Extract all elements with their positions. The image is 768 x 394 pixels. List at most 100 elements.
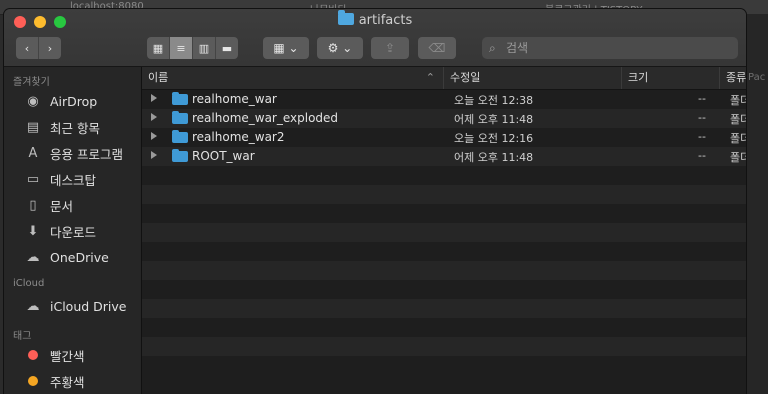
back-button[interactable]: ‹ — [16, 37, 39, 59]
table-row[interactable]: ROOT_war 어제 오후 11:48 -- 폴더 — [142, 147, 746, 166]
folder-icon — [172, 92, 188, 105]
grid-icon: ▦ — [273, 41, 285, 55]
grid-icon: ▦ — [152, 41, 164, 55]
empty-row — [142, 337, 746, 356]
table-row[interactable]: realhome_war_exploded 어제 오후 11:48 -- 폴더 — [142, 109, 746, 128]
sidebar-item-label: AirDrop — [50, 93, 98, 109]
file-size: -- — [698, 111, 706, 124]
gear-icon: ⚙ — [327, 41, 339, 55]
disclosure-triangle-icon[interactable] — [151, 151, 157, 159]
empty-row — [142, 204, 746, 223]
empty-row — [142, 280, 746, 299]
title-bar: artifacts ‹ › ▦ ≡ ▥ ▬ ▦ ⌄ ⚙ ⌄ ⇪ ⌫ ⌕ 검색 — [4, 9, 746, 67]
sidebar-item-onedrive[interactable]: ☁ OneDrive — [4, 244, 141, 270]
finder-window: artifacts ‹ › ▦ ≡ ▥ ▬ ▦ ⌄ ⚙ ⌄ ⇪ ⌫ ⌕ 검색 즐… — [4, 9, 746, 394]
empty-row — [142, 299, 746, 318]
empty-row — [142, 166, 746, 185]
sidebar-item-documents[interactable]: ▯ 문서 — [4, 192, 141, 218]
edit-tags-button[interactable]: ⌫ — [418, 37, 456, 59]
column-header-name[interactable]: 이름 ⌃ — [142, 67, 444, 89]
empty-row — [142, 185, 746, 204]
file-kind: 폴더 — [730, 132, 746, 145]
column-view-button[interactable]: ▥ — [193, 37, 216, 59]
file-name: realhome_war — [192, 92, 277, 106]
search-field[interactable]: ⌕ 검색 — [482, 37, 738, 59]
red-tag-icon — [28, 350, 38, 360]
chevron-right-icon: › — [47, 41, 53, 55]
orange-tag-icon — [28, 376, 38, 386]
list-icon: ≡ — [176, 41, 186, 55]
share-button[interactable]: ⇪ — [371, 37, 409, 59]
column-header-row: 이름 ⌃ 수정일 크기 종류 — [142, 67, 746, 90]
file-kind: 폴더 — [730, 151, 746, 164]
sidebar: 즐겨찾기 ◉ AirDrop ▤ 최근 항목 A 응용 프로그램 ▭ 데스크탑 ▯ 문서 … — [4, 67, 142, 394]
empty-row — [142, 318, 746, 337]
table-row[interactable]: realhome_war2 오늘 오전 12:16 -- 폴더 — [142, 128, 746, 147]
sidebar-item-desktop[interactable]: ▭ 데스크탑 — [4, 166, 141, 192]
file-date: 어제 오후 11:48 — [454, 113, 534, 126]
sidebar-item-label: 데스크탑 — [50, 172, 97, 188]
disclosure-triangle-icon[interactable] — [151, 132, 157, 140]
applications-icon: A — [28, 145, 38, 161]
list-view-button[interactable]: ≡ — [170, 37, 193, 59]
column-header-kind[interactable]: 종류 — [720, 67, 746, 89]
recents-icon: ▤ — [26, 119, 40, 135]
sidebar-item-label: 다운로드 — [50, 224, 97, 240]
action-menu-button[interactable]: ⚙ ⌄ — [317, 37, 363, 59]
airdrop-icon: ◉ — [27, 93, 39, 109]
gallery-view-button[interactable]: ▬ — [216, 37, 238, 59]
file-name: ROOT_war — [192, 149, 255, 163]
documents-icon: ▯ — [29, 197, 37, 213]
file-date: 어제 오후 11:48 — [454, 151, 534, 164]
chevron-down-icon: ⌄ — [288, 41, 299, 55]
empty-row — [142, 261, 746, 280]
chevron-left-icon: ‹ — [24, 41, 30, 55]
folder-icon — [337, 10, 354, 25]
file-name: realhome_war_exploded — [192, 111, 339, 125]
tag-icon: ⌫ — [428, 41, 446, 55]
sidebar-item-label: 최근 항목 — [50, 120, 100, 136]
file-size: -- — [698, 92, 706, 105]
sidebar-item-label: 주황색 — [50, 374, 85, 390]
icon-view-button[interactable]: ▦ — [147, 37, 170, 59]
sidebar-item-applications[interactable]: A 응용 프로그램 — [4, 140, 141, 166]
disclosure-triangle-icon[interactable] — [151, 113, 157, 121]
column-header-label: 수정일 — [450, 71, 481, 84]
column-header-size[interactable]: 크기 — [622, 67, 720, 89]
background-app-edge: Pac — [746, 14, 768, 394]
sidebar-item-downloads[interactable]: ⬇ 다운로드 — [4, 218, 141, 244]
sidebar-item-tag-orange[interactable]: 주황색 — [4, 368, 141, 394]
file-name: realhome_war2 — [192, 130, 285, 144]
sidebar-item-label: iCloud Drive — [50, 298, 127, 314]
forward-button[interactable]: › — [39, 37, 61, 59]
window-title: artifacts — [4, 10, 746, 28]
sidebar-item-airdrop[interactable]: ◉ AirDrop — [4, 88, 141, 114]
column-header-label: 종류 — [726, 71, 746, 84]
column-header-label: 이름 — [148, 71, 169, 84]
empty-row — [142, 223, 746, 242]
sidebar-item-recents[interactable]: ▤ 최근 항목 — [4, 114, 141, 140]
table-row[interactable]: realhome_war 오늘 오전 12:38 -- 폴더 — [142, 90, 746, 109]
sidebar-section-header: 즐겨찾기 — [13, 77, 50, 88]
column-header-date[interactable]: 수정일 — [444, 67, 622, 89]
file-kind: 폴더 — [730, 113, 746, 126]
group-by-button[interactable]: ▦ ⌄ — [263, 37, 309, 59]
file-size: -- — [698, 149, 706, 162]
background-text: Pac — [748, 72, 766, 83]
sidebar-item-tag-red[interactable]: 빨간색 — [4, 342, 141, 368]
downloads-icon: ⬇ — [27, 223, 39, 239]
sidebar-item-label: 문서 — [50, 198, 74, 214]
file-rows: realhome_war 오늘 오전 12:38 -- 폴더 realhome_war_… — [142, 90, 746, 375]
file-size: -- — [698, 130, 706, 143]
view-mode-group: ▦ ≡ ▥ ▬ — [147, 37, 238, 59]
window-title-text: artifacts — [358, 13, 413, 28]
cloud-icon: ☁ — [26, 249, 40, 265]
disclosure-triangle-icon[interactable] — [151, 94, 157, 102]
back-forward-group: ‹ › — [16, 37, 61, 59]
sidebar-item-icloud-drive[interactable]: ☁ iCloud Drive — [4, 293, 141, 319]
sidebar-item-label: OneDrive — [50, 249, 109, 265]
sidebar-item-label: 빨간색 — [50, 348, 85, 364]
gallery-icon: ▬ — [221, 41, 233, 55]
file-date: 오늘 오전 12:16 — [454, 132, 534, 145]
sidebar-section-header: 태그 — [13, 331, 32, 342]
